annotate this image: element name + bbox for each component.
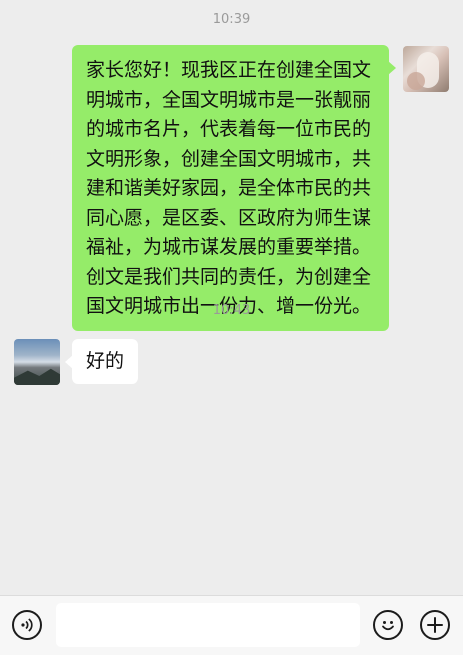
outgoing-message-bubble[interactable]: 家长您好！现我区正在创建全国文明城市，全国文明城市是一张靓丽的城市名片，代表着每…	[72, 45, 396, 331]
timestamp: 10:39	[212, 12, 251, 27]
message-input-bar	[0, 595, 463, 655]
chat-area: 10:39 家长您好！现我区正在创建全国文明城市，全国文明城市是一张靓丽的城市名…	[0, 0, 463, 595]
voice-icon[interactable]	[12, 610, 42, 640]
avatar-detail	[407, 72, 425, 90]
message-input[interactable]	[56, 603, 360, 647]
my-avatar[interactable]	[403, 46, 449, 92]
avatar-landscape	[14, 368, 60, 385]
incoming-message-bubble[interactable]: 好的	[64, 339, 139, 384]
emoji-icon[interactable]	[373, 610, 403, 640]
plus-icon[interactable]	[420, 610, 450, 640]
contact-avatar[interactable]	[14, 339, 60, 385]
timestamp: 10:43	[212, 303, 251, 318]
